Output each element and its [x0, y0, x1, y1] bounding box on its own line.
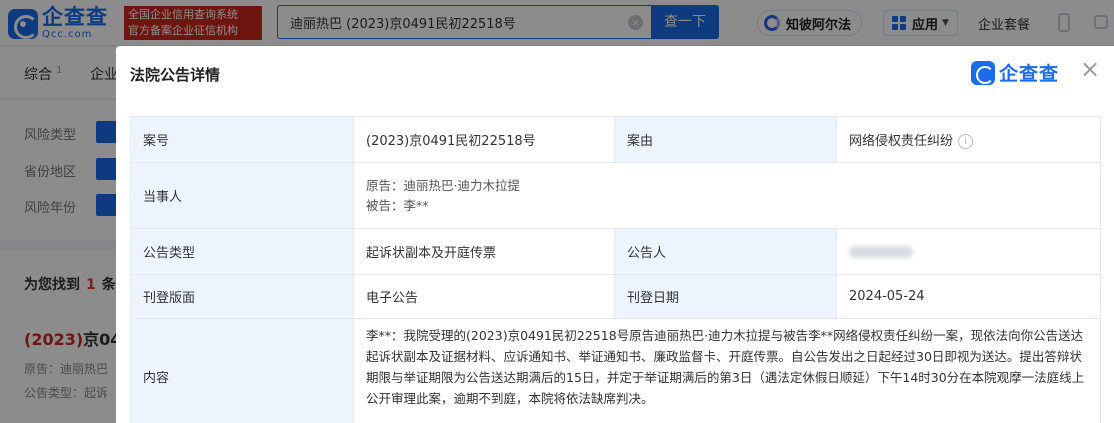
announcer-label: 公告人: [614, 228, 837, 275]
cause-value: 网络侵权责任纠纷: [849, 134, 954, 149]
publish-date-label: 刊登日期: [614, 274, 837, 319]
content-label: 内容: [130, 318, 354, 423]
notice-type-label: 公告类型: [130, 228, 354, 275]
content-value: 李**：我院受理的(2023)京0491民初22518号原告迪丽热巴·迪力木拉提…: [353, 318, 1101, 423]
cause-cell: 网络侵权责任纠纷 i: [836, 116, 1101, 163]
cause-label: 案由: [614, 116, 837, 163]
publish-date-value: 2024-05-24: [836, 274, 1101, 319]
qcc-logo-icon: [971, 60, 995, 85]
case-number-value: (2023)京0491民初22518号: [353, 116, 615, 163]
modal-logo-text: 企查查: [999, 63, 1060, 85]
announcer-redacted: [849, 245, 913, 258]
party-label: 当事人: [130, 162, 354, 229]
defendant-value: 被告：李**: [366, 197, 429, 213]
court-notice-modal: 法院公告详情 企查查 × 案号 (2023)京0491民初22518号 案由 网…: [116, 46, 1114, 423]
publish-page-label: 刊登版面: [130, 274, 354, 319]
close-icon[interactable]: ×: [1078, 57, 1102, 82]
table-row: 内容 李**：我院受理的(2023)京0491民初22518号原告迪丽热巴·迪力…: [130, 318, 1101, 423]
party-cell: 原告：迪丽热巴·迪力木拉提 被告：李**: [353, 162, 1101, 229]
modal-logo: 企查查: [971, 59, 1059, 86]
info-icon[interactable]: i: [958, 134, 974, 149]
modal-title: 法院公告详情: [130, 66, 221, 84]
plaintiff-value: 原告：迪丽热巴·迪力木拉提: [366, 177, 520, 193]
publish-page-value: 电子公告: [353, 274, 615, 319]
table-row: 当事人 原告：迪丽热巴·迪力木拉提 被告：李**: [130, 162, 1101, 229]
table-row: 刊登版面 电子公告 刊登日期 2024-05-24: [130, 274, 1101, 319]
announcer-cell: [836, 228, 1101, 275]
table-row: 公告类型 起诉状副本及开庭传票 公告人: [130, 228, 1101, 275]
notice-detail-table: 案号 (2023)京0491民初22518号 案由 网络侵权责任纠纷 i 当事人 …: [130, 116, 1101, 423]
case-number-label: 案号: [130, 116, 354, 163]
table-row: 案号 (2023)京0491民初22518号 案由 网络侵权责任纠纷 i: [130, 116, 1101, 163]
notice-type-value: 起诉状副本及开庭传票: [353, 228, 615, 275]
